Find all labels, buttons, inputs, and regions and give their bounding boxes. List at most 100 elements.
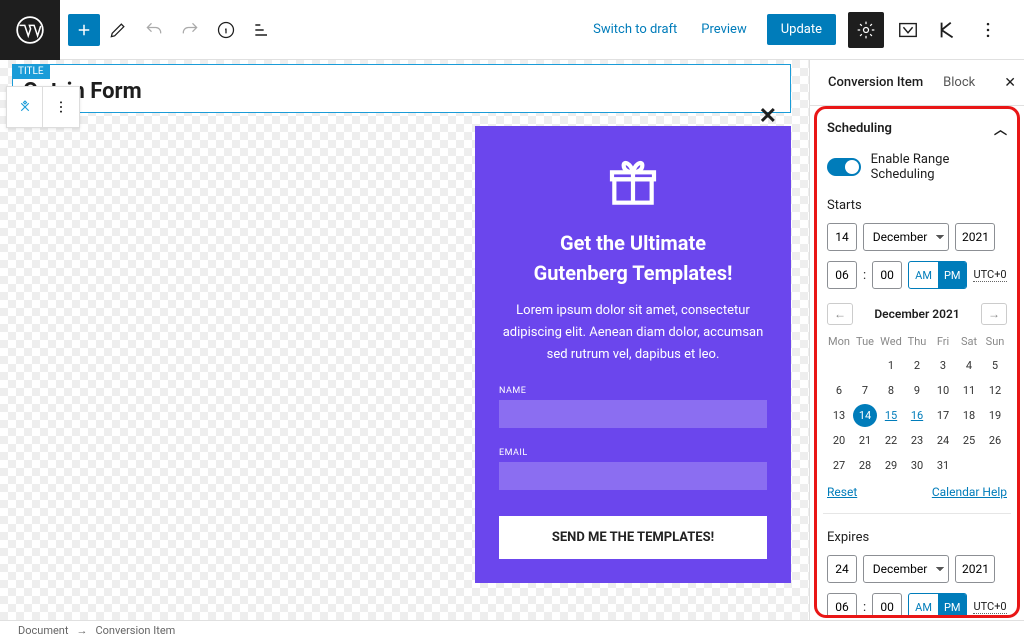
cal-weekday: Sat (957, 331, 981, 352)
add-block-button[interactable] (68, 14, 100, 46)
cal-day[interactable]: 3 (931, 354, 955, 377)
starts-hour-input[interactable] (827, 261, 857, 289)
optin-form-block[interactable]: Get the UltimateGutenberg Templates! Lor… (475, 126, 791, 583)
starts-month-select[interactable]: December (863, 223, 949, 251)
cal-day[interactable]: 31 (931, 454, 955, 477)
drag-handle[interactable] (7, 87, 43, 127)
name-input[interactable] (499, 400, 767, 428)
edit-tool-button[interactable] (100, 6, 136, 54)
cal-day[interactable]: 1 (879, 354, 903, 377)
cal-day[interactable]: 4 (957, 354, 981, 377)
title-badge: TITLE (12, 64, 50, 79)
expires-pm-button[interactable]: PM (938, 594, 967, 618)
undo-button[interactable] (136, 6, 172, 54)
cal-day[interactable]: 20 (827, 429, 851, 452)
cal-day[interactable]: 29 (879, 454, 903, 477)
info-button[interactable] (208, 6, 244, 54)
toggle-label: Enable Range Scheduling (871, 152, 1007, 182)
name-label: NAME (499, 386, 767, 396)
expires-year-input[interactable] (955, 555, 995, 583)
starts-am-button[interactable]: AM (909, 262, 938, 288)
title-block[interactable]: TITLE Opt-in Form (12, 64, 791, 113)
redo-button[interactable] (172, 6, 208, 54)
cal-day[interactable]: 23 (905, 429, 929, 452)
submit-button[interactable]: SEND ME THE TEMPLATES! (499, 516, 767, 559)
cal-day[interactable]: 22 (879, 429, 903, 452)
styles-button[interactable] (890, 12, 926, 48)
collapse-icon[interactable]: ︿ (994, 119, 1007, 138)
cal-day[interactable]: 28 (853, 454, 877, 477)
scheduling-panel: Scheduling ︿ Enable Range Scheduling Sta… (814, 106, 1020, 618)
cal-day[interactable]: 19 (983, 404, 1007, 427)
starts-ampm-group[interactable]: AM PM (908, 261, 967, 289)
expires-am-button[interactable]: AM (909, 594, 938, 618)
cal-day[interactable]: 16 (905, 404, 929, 427)
starts-pm-button[interactable]: PM (938, 262, 967, 288)
cal-prev-button[interactable]: ← (827, 303, 853, 325)
optin-description[interactable]: Lorem ipsum dolor sit amet, consectetur … (499, 300, 767, 366)
range-scheduling-toggle[interactable] (827, 158, 861, 176)
expires-day-input[interactable] (827, 555, 857, 583)
cal-day[interactable]: 5 (983, 354, 1007, 377)
editor-topbar: Switch to draft Preview Update (0, 0, 1024, 60)
cal-day[interactable]: 2 (905, 354, 929, 377)
cal-day[interactable]: 7 (853, 379, 877, 402)
wordpress-logo[interactable] (0, 0, 60, 60)
expires-month-select[interactable]: December (863, 555, 949, 583)
cal-next-button[interactable]: → (981, 303, 1007, 325)
starts-day-input[interactable] (827, 223, 857, 251)
undo-icon (144, 20, 164, 40)
close-popup-button[interactable]: ✕ (759, 104, 777, 129)
cal-weekday: Wed (879, 331, 903, 352)
expires-min-input[interactable] (872, 593, 902, 618)
breadcrumb: Document → Conversion Item (0, 620, 1024, 639)
cal-day[interactable]: 13 (827, 404, 851, 427)
kadence-icon (937, 19, 959, 41)
block-options-button[interactable] (43, 87, 79, 127)
kadence-button[interactable] (930, 12, 966, 48)
tab-block[interactable]: Block (933, 61, 985, 104)
cal-day[interactable]: 27 (827, 454, 851, 477)
cal-day[interactable]: 6 (827, 379, 851, 402)
preview-button[interactable]: Preview (689, 14, 758, 45)
cal-day[interactable]: 24 (931, 429, 955, 452)
cal-reset-button[interactable]: Reset (827, 485, 857, 499)
cal-day[interactable]: 14 (853, 404, 877, 427)
tab-conversion-item[interactable]: Conversion Item (818, 61, 933, 104)
breadcrumb-leaf[interactable]: Conversion Item (95, 624, 175, 637)
cal-day[interactable]: 30 (905, 454, 929, 477)
styles-icon (897, 19, 919, 41)
optin-heading[interactable]: Get the UltimateGutenberg Templates! (499, 228, 767, 288)
redo-icon (180, 20, 200, 40)
gift-icon (499, 156, 767, 212)
update-button[interactable]: Update (767, 14, 836, 45)
starts-min-input[interactable] (872, 261, 902, 289)
cal-day[interactable]: 18 (957, 404, 981, 427)
expires-hour-input[interactable] (827, 593, 857, 618)
expires-ampm-group[interactable]: AM PM (908, 593, 967, 618)
cal-day[interactable]: 10 (931, 379, 955, 402)
cal-day[interactable]: 8 (879, 379, 903, 402)
cal-day[interactable]: 15 (879, 404, 903, 427)
cal-day[interactable]: 25 (957, 429, 981, 452)
close-sidebar-button[interactable]: ✕ (1004, 75, 1016, 91)
cal-day[interactable]: 26 (983, 429, 1007, 452)
cal-weekday: Sun (983, 331, 1007, 352)
cal-day[interactable]: 17 (931, 404, 955, 427)
timezone-label: UTC+0 (973, 600, 1006, 614)
starts-year-input[interactable] (955, 223, 995, 251)
move-icon (16, 98, 34, 116)
page-title[interactable]: Opt-in Form (23, 79, 780, 104)
settings-button[interactable] (848, 12, 884, 48)
outline-button[interactable] (244, 6, 280, 54)
more-menu-button[interactable] (970, 12, 1006, 48)
cal-day[interactable]: 11 (957, 379, 981, 402)
cal-help-link[interactable]: Calendar Help (932, 485, 1007, 499)
cal-day[interactable]: 12 (983, 379, 1007, 402)
cal-day[interactable]: 21 (853, 429, 877, 452)
email-input[interactable] (499, 462, 767, 490)
switch-to-draft-button[interactable]: Switch to draft (581, 14, 689, 45)
cal-day[interactable]: 9 (905, 379, 929, 402)
plus-icon (75, 21, 93, 39)
breadcrumb-root[interactable]: Document (18, 624, 68, 637)
